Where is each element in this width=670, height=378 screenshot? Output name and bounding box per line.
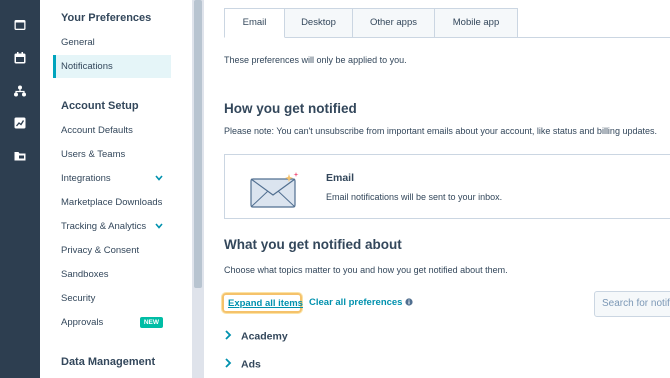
chevron-down-icon[interactable] bbox=[155, 223, 163, 229]
clear-all-link[interactable]: Clear all preferences bbox=[309, 297, 414, 308]
channel-tabs: Email Desktop Other apps Mobile app bbox=[224, 8, 518, 38]
envelope-icon bbox=[249, 167, 301, 209]
tab-other-apps[interactable]: Other apps bbox=[353, 8, 435, 38]
email-channel-card[interactable]: Email Email notifications will be sent t… bbox=[224, 154, 670, 219]
topic-ads[interactable]: Ads bbox=[224, 358, 261, 374]
sidebar-item-integrations[interactable]: Integrations bbox=[53, 167, 171, 190]
sidebar-item-label: Notifications bbox=[61, 61, 113, 72]
sidebar-item-security[interactable]: Security bbox=[53, 287, 171, 310]
sidebar-item-label: Approvals bbox=[61, 317, 104, 328]
section-heading-account-setup: Account Setup bbox=[61, 100, 139, 112]
section-heading-your-preferences: Your Preferences bbox=[61, 12, 152, 24]
section-heading-data-management: Data Management bbox=[61, 356, 156, 368]
main-content: Email Desktop Other apps Mobile app Thes… bbox=[204, 0, 670, 378]
tab-note: These preferences will only be applied t… bbox=[224, 55, 407, 65]
org-chart-icon[interactable] bbox=[14, 85, 26, 97]
sidebar-item-users-teams[interactable]: Users & Teams bbox=[53, 143, 171, 166]
sidebar-item-marketplace-downloads[interactable]: Marketplace Downloads bbox=[53, 191, 171, 214]
how-notified-note: Please note: You can't unsubscribe from … bbox=[224, 126, 657, 136]
tab-email[interactable]: Email bbox=[224, 8, 285, 38]
calendar-icon[interactable] bbox=[14, 52, 26, 64]
topic-academy[interactable]: Academy bbox=[224, 330, 288, 346]
sidebar-item-approvals[interactable]: Approvals NEW bbox=[53, 311, 171, 334]
sidebar-item-notifications[interactable]: Notifications bbox=[53, 55, 171, 78]
reports-icon[interactable] bbox=[14, 117, 26, 129]
new-badge: NEW bbox=[139, 317, 163, 328]
card-description: Email notifications will be sent to your… bbox=[326, 192, 503, 202]
search-input[interactable] bbox=[602, 298, 670, 309]
sidebar-item-privacy-consent[interactable]: Privacy & Consent bbox=[53, 239, 171, 262]
folder-icon[interactable] bbox=[14, 150, 26, 162]
card-title: Email bbox=[326, 172, 355, 184]
sidebar-item-account-defaults[interactable]: Account Defaults bbox=[53, 119, 171, 142]
sidebar-item-sandboxes[interactable]: Sandboxes bbox=[53, 263, 171, 286]
chevron-down-icon[interactable] bbox=[155, 175, 163, 181]
browser-icon[interactable] bbox=[14, 19, 26, 31]
sidebar-item-general[interactable]: General bbox=[53, 31, 171, 54]
topic-label: Ads bbox=[241, 358, 261, 371]
sidebar-item-label: Sandboxes bbox=[61, 269, 109, 280]
sidebar-item-label: Security bbox=[61, 293, 96, 304]
sidebar-item-label: Account Defaults bbox=[61, 125, 133, 136]
sidebar-item-label: Tracking & Analytics bbox=[61, 221, 147, 232]
settings-sidebar: Your Preferences General Notifications A… bbox=[40, 0, 192, 378]
topic-label: Academy bbox=[241, 330, 288, 343]
sidebar-item-tracking-analytics[interactable]: Tracking & Analytics bbox=[53, 215, 171, 238]
expand-all-link[interactable]: Expand all items bbox=[228, 298, 303, 309]
sidebar-item-label: Privacy & Consent bbox=[61, 245, 140, 256]
tab-desktop[interactable]: Desktop bbox=[285, 8, 353, 38]
global-nav-rail bbox=[0, 0, 40, 378]
sidebar-item-label: Marketplace Downloads bbox=[61, 197, 163, 208]
sidebar-scrollbar-thumb[interactable] bbox=[194, 0, 202, 288]
expand-all-focus-ring: Expand all items bbox=[222, 293, 303, 313]
sidebar-item-label: Integrations bbox=[61, 173, 111, 184]
search-field[interactable] bbox=[594, 291, 670, 317]
chevron-right-icon bbox=[224, 358, 234, 371]
chevron-right-icon bbox=[224, 330, 234, 343]
what-notified-heading: What you get notified about bbox=[224, 237, 402, 252]
sidebar-item-label: General bbox=[61, 37, 95, 48]
how-notified-heading: How you get notified bbox=[224, 101, 357, 116]
what-notified-note: Choose what topics matter to you and how… bbox=[224, 265, 508, 275]
clear-all-label: Clear all preferences bbox=[309, 297, 403, 308]
info-icon[interactable] bbox=[405, 298, 414, 306]
tab-mobile-app[interactable]: Mobile app bbox=[435, 8, 518, 38]
sidebar-item-label: Users & Teams bbox=[61, 149, 126, 160]
